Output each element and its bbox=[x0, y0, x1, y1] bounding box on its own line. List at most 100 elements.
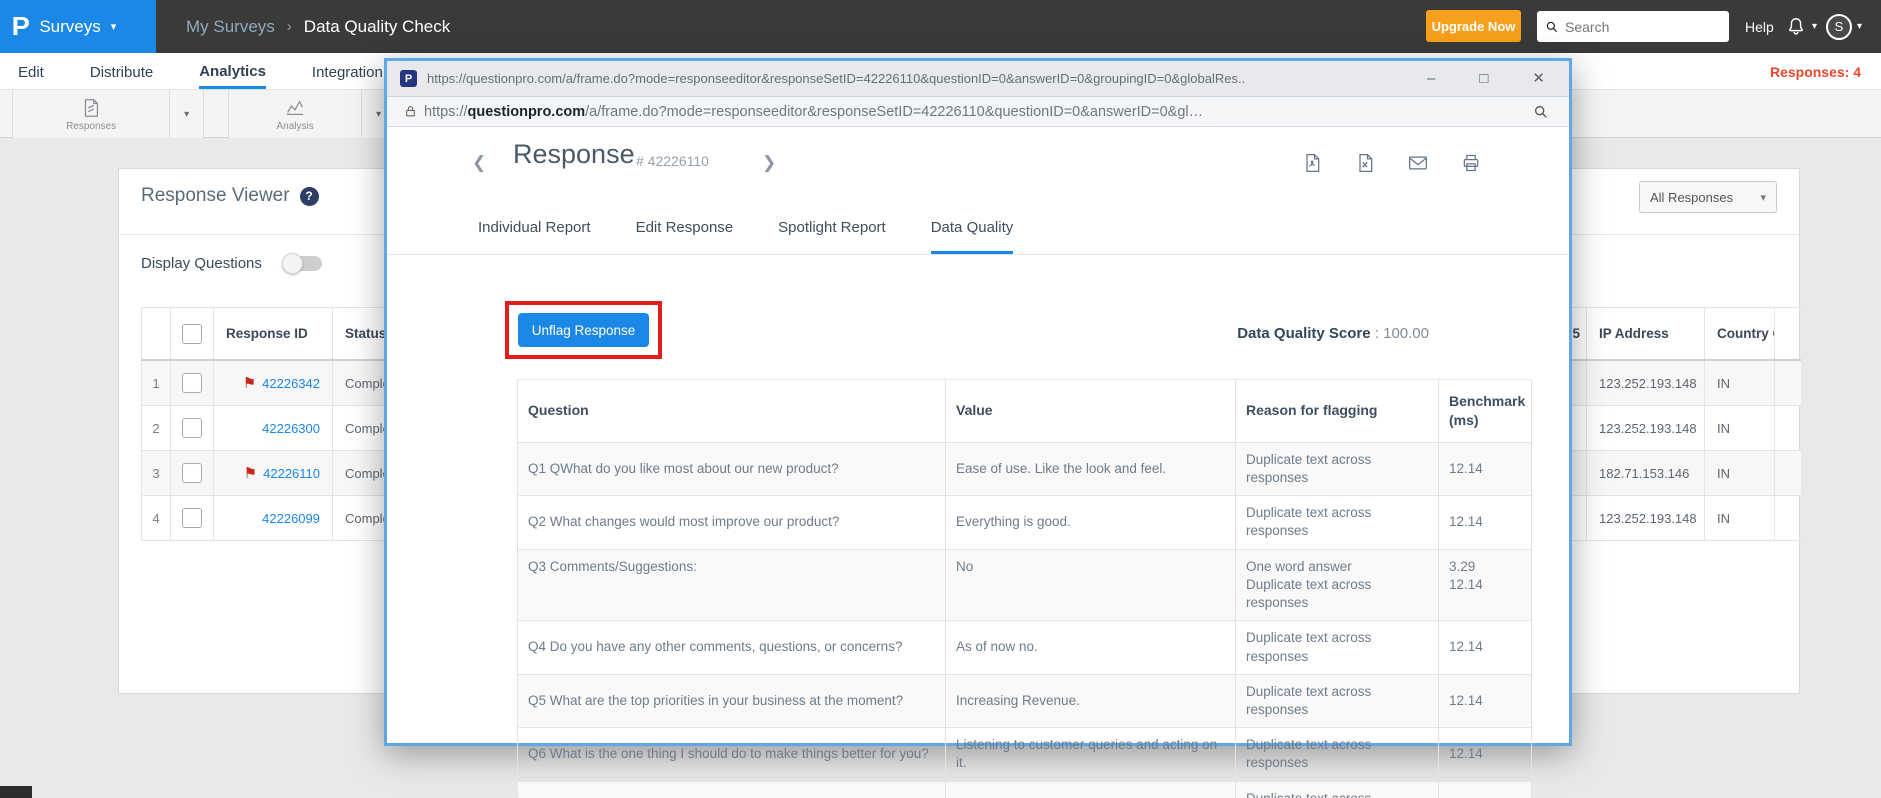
table-row: Q3 Comments/Suggestions: No One word ans… bbox=[517, 549, 1532, 622]
minimize-button[interactable]: – bbox=[1427, 71, 1435, 86]
response-id-link[interactable]: 42226110 bbox=[263, 466, 320, 481]
app-screen: P Surveys ▾ My Surveys › Data Quality Ch… bbox=[0, 0, 1881, 798]
chevron-down-icon: ▾ bbox=[1857, 21, 1863, 32]
display-questions-toggle[interactable] bbox=[281, 253, 322, 274]
top-navigation-bar: P Surveys ▾ My Surveys › Data Quality Ch… bbox=[0, 0, 1881, 53]
data-quality-score: Data Quality Score : 100.00 bbox=[1237, 325, 1429, 342]
tab-edit-response[interactable]: Edit Response bbox=[636, 219, 734, 254]
help-link[interactable]: Help bbox=[1745, 0, 1774, 53]
country-cell: IN bbox=[1705, 496, 1775, 540]
page-title: Response Viewer bbox=[141, 185, 290, 206]
row-number: 4 bbox=[141, 496, 171, 540]
reason-cell: Duplicate text across responses bbox=[1236, 621, 1439, 674]
all-responses-select[interactable]: All Responses ▾ bbox=[1639, 181, 1777, 213]
table-row: Q1 QWhat do you like most about our new … bbox=[517, 442, 1532, 497]
row-checkbox[interactable] bbox=[182, 508, 202, 528]
search-icon bbox=[1546, 21, 1558, 32]
benchmark-cell: 12.14 bbox=[1439, 621, 1532, 674]
breadcrumb-current-survey: Data Quality Check bbox=[303, 16, 451, 36]
breadcrumb-my-surveys[interactable]: My Surveys bbox=[186, 17, 275, 37]
analysis-tool-button[interactable]: Analysis bbox=[229, 90, 361, 138]
email-icon[interactable] bbox=[1408, 153, 1428, 173]
tab-data-quality[interactable]: Data Quality bbox=[930, 219, 1014, 254]
ip-cell: 123.252.193.148 bbox=[1587, 496, 1705, 540]
unflag-response-button[interactable]: Unflag Response bbox=[518, 313, 649, 347]
questionpro-logo-icon: P bbox=[11, 11, 30, 41]
value-cell: Everything is good. bbox=[946, 496, 1236, 549]
value-cell: No bbox=[946, 549, 1236, 621]
help-icon[interactable]: ? bbox=[299, 186, 319, 206]
responses-tool-button[interactable]: Responses bbox=[13, 90, 169, 138]
select-all-checkbox[interactable] bbox=[182, 323, 202, 344]
upgrade-now-button[interactable]: Upgrade Now bbox=[1426, 10, 1521, 42]
column-header-response-id[interactable]: Response ID ▲ bbox=[214, 308, 333, 359]
response-editor-window: P https://questionpro.com/a/frame.do?mod… bbox=[384, 58, 1572, 798]
zoom-icon[interactable] bbox=[1533, 104, 1549, 120]
chevron-down-icon: ▾ bbox=[1812, 21, 1818, 32]
country-cell: IN bbox=[1705, 361, 1775, 405]
pdf-export-icon[interactable] bbox=[1302, 153, 1322, 173]
product-name: Surveys bbox=[39, 16, 101, 36]
product-switcher[interactable]: P Surveys ▾ bbox=[0, 0, 156, 53]
document-icon bbox=[84, 98, 99, 117]
row-checkbox[interactable] bbox=[182, 463, 202, 483]
window-titlebar[interactable]: P https://questionpro.com/a/frame.do?mod… bbox=[387, 61, 1569, 97]
table-row: Q2 What changes would most improve our p… bbox=[517, 496, 1532, 550]
response-id-link[interactable]: 42226300 bbox=[262, 421, 320, 436]
row-checkbox[interactable] bbox=[182, 418, 202, 438]
export-actions bbox=[1302, 153, 1481, 173]
table-row: Q4 Do you have any other comments, quest… bbox=[517, 621, 1532, 675]
menu-item-analytics[interactable]: Analytics bbox=[199, 54, 266, 89]
window-controls: – □ ✕ bbox=[1427, 71, 1545, 86]
tab-individual-report[interactable]: Individual Report bbox=[478, 219, 591, 254]
chevron-down-icon: ▾ bbox=[1760, 191, 1766, 204]
display-questions-label: Display Questions bbox=[141, 255, 262, 272]
table-row: Q7 Comments/Suggestions: Nothing. Duplic… bbox=[517, 781, 1532, 798]
question-cell: Q4 Do you have any other comments, quest… bbox=[517, 621, 946, 674]
row-number: 3 bbox=[141, 451, 171, 495]
column-header-ip[interactable]: IP Address bbox=[1587, 308, 1705, 359]
excel-export-icon[interactable] bbox=[1355, 153, 1375, 173]
menu-item-integration[interactable]: Integration bbox=[312, 55, 383, 87]
card-title-row: Response Viewer ? bbox=[141, 185, 319, 207]
flag-icon: ⚑ bbox=[243, 465, 258, 482]
column-header-country[interactable]: Country Co bbox=[1705, 308, 1775, 359]
responses-tool-label: Responses bbox=[66, 120, 117, 132]
reason-cell: Duplicate text across responses bbox=[1236, 442, 1439, 496]
row-number: 1 bbox=[141, 361, 171, 405]
tab-spotlight-report[interactable]: Spotlight Report bbox=[778, 219, 886, 254]
value-cell: As of now no. bbox=[946, 621, 1236, 674]
responses-tool: Responses ▾ bbox=[12, 90, 204, 138]
response-id-link[interactable]: 42226099 bbox=[262, 511, 320, 526]
all-responses-value: All Responses bbox=[1650, 189, 1734, 205]
maximize-button[interactable]: □ bbox=[1479, 71, 1488, 86]
address-bar[interactable]: https://questionpro.com/a/frame.do?mode=… bbox=[387, 97, 1569, 127]
chevron-down-icon: ▾ bbox=[110, 21, 117, 33]
next-response-button[interactable]: ❯ bbox=[762, 153, 776, 173]
benchmark-cell: 12.14 bbox=[1439, 442, 1532, 496]
responses-tool-dropdown[interactable]: ▾ bbox=[169, 90, 203, 138]
ip-cell: 123.252.193.148 bbox=[1587, 361, 1705, 405]
search-input[interactable] bbox=[1565, 18, 1705, 35]
response-id-link[interactable]: 42226342 bbox=[262, 376, 320, 391]
row-checkbox[interactable] bbox=[182, 373, 202, 393]
menu-item-distribute[interactable]: Distribute bbox=[90, 55, 153, 87]
reason-cell: One word answer Duplicate text across re… bbox=[1236, 549, 1439, 621]
toggle-knob bbox=[281, 253, 303, 274]
avatar: S bbox=[1826, 13, 1852, 40]
account-menu[interactable]: S ▾ bbox=[1826, 0, 1862, 53]
reason-cell: Duplicate text across responses bbox=[1236, 674, 1439, 728]
menu-item-edit[interactable]: Edit bbox=[18, 55, 44, 87]
notifications-menu[interactable]: ▾ bbox=[1785, 0, 1817, 53]
breadcrumb: My Surveys › Data Quality Check bbox=[186, 0, 450, 53]
analysis-tool-label: Analysis bbox=[276, 120, 314, 132]
country-cell: IN bbox=[1705, 451, 1775, 495]
close-button[interactable]: ✕ bbox=[1532, 71, 1545, 86]
previous-response-button[interactable]: ❮ bbox=[472, 153, 486, 173]
value-cell: Ease of use. Like the look and feel. bbox=[946, 442, 1236, 496]
benchmark-cell: 12.14 bbox=[1439, 781, 1532, 798]
table-header-row: Question Value Reason for flagging Bench… bbox=[517, 380, 1532, 443]
print-icon[interactable] bbox=[1461, 153, 1481, 173]
responses-count-badge: Responses: 4 bbox=[1769, 63, 1861, 80]
table-row: Q5 What are the top priorities in your b… bbox=[517, 674, 1532, 729]
